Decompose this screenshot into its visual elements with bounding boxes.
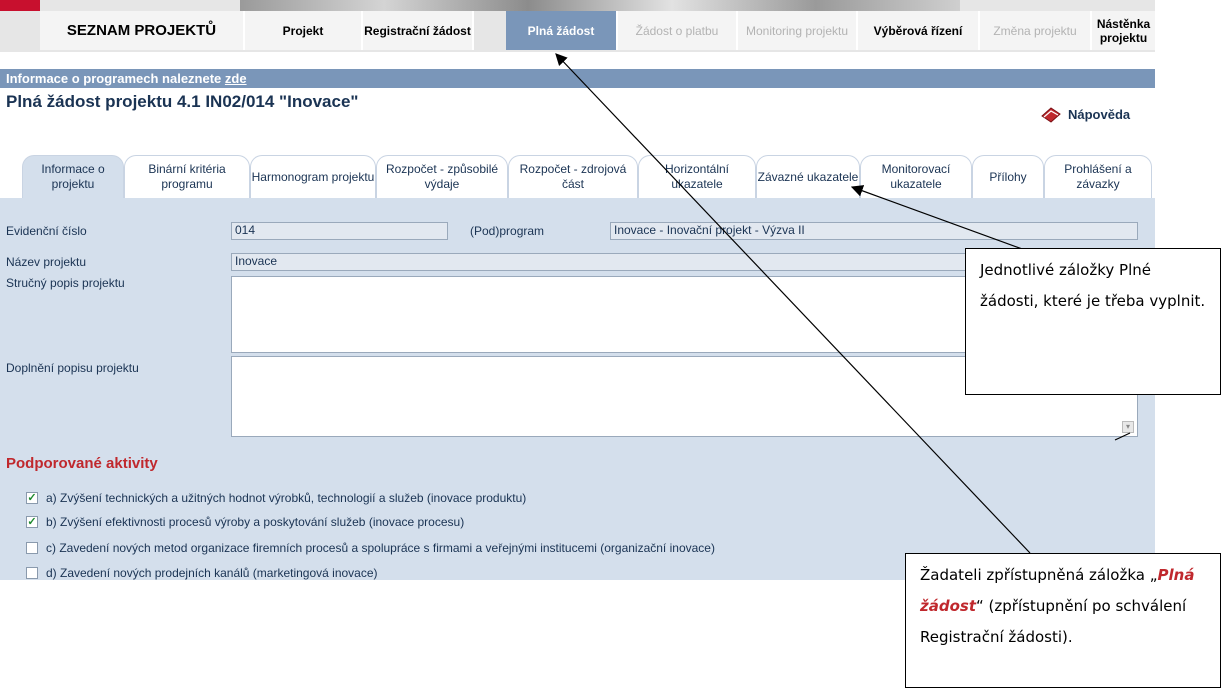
activity-item-b[interactable]: ✓ b) Zvýšení efektivnosti procesů výroby…: [26, 515, 464, 529]
tab-zavazne-ukazatele[interactable]: Závazné ukazatele: [756, 155, 860, 198]
activity-label: a) Zvýšení technických a užitných hodnot…: [46, 491, 527, 505]
checkbox-checked-icon[interactable]: ✓: [26, 516, 38, 528]
activity-label: c) Zavedení nových metod organizace fire…: [46, 541, 715, 555]
book-help-icon: [1041, 107, 1061, 123]
nav-tab-vyberova-rizeni[interactable]: Výběrová řízení: [858, 11, 980, 50]
label-evidencni-cislo: Evidenční číslo: [6, 224, 87, 238]
activity-item-a[interactable]: ✓ a) Zvýšení technických a užitných hodn…: [26, 491, 526, 505]
activity-label: d) Zavedení nových prodejních kanálů (ma…: [46, 566, 378, 580]
tab-harmonogram[interactable]: Harmonogram projektu: [250, 155, 376, 198]
textarea-scroll-down-icon[interactable]: ▾: [1122, 421, 1134, 433]
nav-tab-nastenka-projektu[interactable]: Nástěnka projektu: [1092, 11, 1155, 50]
label-strucny-popis: Stručný popis projektu: [6, 276, 125, 290]
tab-monitorovaci-ukazatele[interactable]: Monitorovací ukazatele: [860, 155, 972, 198]
top-navigation: SEZNAM PROJEKTŮ Projekt Registrační žádo…: [0, 0, 1155, 52]
activity-item-c[interactable]: c) Zavedení nových metod organizace fire…: [26, 541, 715, 555]
nav-tab-plna-zadost[interactable]: Plná žádost: [506, 11, 618, 50]
tab-prilohy[interactable]: Přílohy: [972, 155, 1044, 198]
info-bar-link[interactable]: zde: [225, 71, 247, 86]
tab-prohlaseni-a-zavazky[interactable]: Prohlášení a závazky: [1044, 155, 1152, 198]
callout-plna-prefix: Žadateli zpřístupněná záložka „: [920, 566, 1158, 584]
nav-tab-registracni-zadost[interactable]: Registrační žádost: [363, 11, 474, 50]
field-podprogram[interactable]: Inovace - Inovační projekt - Výzva II: [610, 222, 1138, 240]
section-title-podporovane-aktivity: Podporované aktivity: [6, 455, 158, 472]
nav-seznam-projektu[interactable]: SEZNAM PROJEKTŮ: [40, 11, 245, 50]
tab-rozpocet-zdrojova-cast[interactable]: Rozpočet - zdrojová část: [508, 155, 638, 198]
label-nazev-projektu: Název projektu: [6, 255, 87, 269]
brand-red-mark: [0, 0, 40, 11]
callout-plna-zadost: Žadateli zpřístupněná záložka „Plná žádo…: [905, 553, 1221, 688]
checkbox-unchecked[interactable]: [26, 542, 38, 554]
activity-label: b) Zvýšení efektivnosti procesů výroby a…: [46, 515, 465, 529]
callout-tabs: Jednotlivé záložky Plné žádosti, které j…: [965, 248, 1221, 395]
tab-binarni-kriteria[interactable]: Binární kritéria programu: [124, 155, 250, 198]
activity-item-d[interactable]: d) Zavedení nových prodejních kanálů (ma…: [26, 566, 378, 580]
nav-tab-zmena-projektu[interactable]: Změna projektu: [980, 11, 1092, 50]
label-doplneni-popisu: Doplnění popisu projektu: [6, 361, 139, 375]
label-podprogram: (Pod)program: [470, 224, 545, 238]
tab-informace-o-projektu[interactable]: Informace o projektu: [22, 155, 124, 198]
nav-tab-zadost-o-platbu[interactable]: Žádost o platbu: [618, 11, 738, 50]
help-label: Nápověda: [1068, 106, 1131, 122]
checkbox-checked-icon[interactable]: ✓: [26, 492, 38, 504]
nav-tab-projekt[interactable]: Projekt: [245, 11, 363, 50]
page-title: Plná žádost projektu 4.1 IN02/014 "Inova…: [6, 92, 359, 111]
tab-rozpocet-zpusobile-vydaje[interactable]: Rozpočet - způsobilé výdaje: [376, 155, 508, 198]
info-bar: Informace o programech naleznete zde: [0, 69, 1155, 88]
nav-tab-monitoring-projektu[interactable]: Monitoring projektu: [738, 11, 858, 50]
info-bar-text: Informace o programech naleznete: [6, 71, 225, 86]
checkbox-unchecked[interactable]: [26, 567, 38, 579]
header-photo-strip: [240, 0, 960, 11]
field-evidencni-cislo[interactable]: 014: [231, 222, 448, 240]
tab-horizontalni-ukazatele[interactable]: Horizontální ukazatele: [638, 155, 756, 198]
help-link[interactable]: Nápověda: [1040, 104, 1130, 124]
